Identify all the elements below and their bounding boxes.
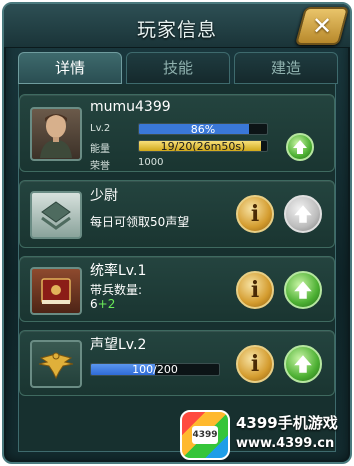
troop-count-bonus: +2 bbox=[97, 297, 116, 311]
energy-bar: 19/20(26m50s) bbox=[138, 140, 268, 152]
info-icon: i bbox=[250, 351, 260, 377]
leadership-title: 统率Lv.1 bbox=[90, 263, 147, 279]
site-logo: 4399 bbox=[180, 410, 230, 460]
leadership-upgrade-button[interactable] bbox=[284, 271, 322, 309]
troop-count-label: 带兵数量: bbox=[90, 283, 143, 297]
leadership-info-button[interactable]: i bbox=[236, 271, 274, 309]
site-logo-text: 4399 bbox=[192, 426, 218, 444]
tab-build[interactable]: 建造 bbox=[234, 52, 338, 84]
info-icon: i bbox=[250, 277, 260, 303]
prestige-upgrade-button[interactable] bbox=[284, 345, 322, 383]
rank-info-button[interactable]: i bbox=[236, 195, 274, 233]
level-label: Lv.2 bbox=[90, 123, 111, 134]
book-icon bbox=[41, 278, 71, 304]
rank-insignia-icon bbox=[41, 201, 71, 230]
site-name: 4399手机游戏 bbox=[236, 414, 338, 432]
honor-value: 1000 bbox=[138, 157, 164, 168]
title-bar: 玩家信息 ✕ bbox=[4, 4, 350, 48]
honor-label: 荣誉 bbox=[90, 161, 110, 172]
prestige-title: 声望Lv.2 bbox=[90, 337, 147, 353]
up-arrow-icon bbox=[294, 281, 312, 299]
player-info-window: 玩家信息 ✕ 详情 技能 建造 mumu4399 Lv.2 86% 能量 19/… bbox=[2, 2, 352, 464]
tab-skills[interactable]: 技能 bbox=[126, 52, 230, 84]
rank-title: 少尉 bbox=[90, 188, 118, 204]
level-progress-text: 86% bbox=[190, 123, 216, 135]
rank-description: 每日可领取50声望 bbox=[90, 215, 190, 229]
close-button[interactable]: ✕ bbox=[294, 7, 350, 45]
prestige-progress-text: 100/200 bbox=[132, 363, 178, 376]
up-arrow-icon bbox=[293, 140, 307, 154]
energy-label: 能量 bbox=[90, 144, 110, 155]
info-icon: i bbox=[250, 201, 260, 227]
leadership-panel: 统率Lv.1 带兵数量: 6+2 i bbox=[19, 256, 335, 322]
avatar-portrait-icon bbox=[40, 114, 72, 158]
details-content: mumu4399 Lv.2 86% 能量 19/20(26m50s) 荣誉 10… bbox=[18, 84, 336, 452]
tab-bar: 详情 技能 建造 bbox=[18, 52, 338, 84]
leadership-book bbox=[30, 267, 82, 315]
energy-upgrade-button[interactable] bbox=[286, 133, 314, 161]
energy-text: 19/20(26m50s) bbox=[160, 140, 246, 152]
troop-count-base: 6 bbox=[90, 297, 98, 311]
rank-panel: 少尉 每日可领取50声望 i bbox=[19, 180, 335, 248]
troop-count-value: 6+2 bbox=[90, 297, 115, 311]
up-arrow-icon bbox=[294, 205, 312, 223]
prestige-panel: 声望Lv.2 100/200 i bbox=[19, 330, 335, 396]
eagle-emblem-icon bbox=[38, 352, 74, 380]
close-icon: ✕ bbox=[311, 12, 333, 40]
up-arrow-icon bbox=[294, 355, 312, 373]
rank-badge bbox=[30, 191, 82, 239]
site-watermark: 4399 4399手机游戏 www.4399.cn bbox=[180, 410, 350, 462]
site-url: www.4399.cn bbox=[236, 436, 335, 451]
prestige-info-button[interactable]: i bbox=[236, 345, 274, 383]
prestige-emblem bbox=[30, 340, 82, 388]
tab-details[interactable]: 详情 bbox=[18, 52, 122, 84]
player-panel: mumu4399 Lv.2 86% 能量 19/20(26m50s) 荣誉 10… bbox=[19, 94, 335, 172]
prestige-progress-bar: 100/200 bbox=[90, 363, 220, 376]
player-name: mumu4399 bbox=[90, 99, 171, 115]
rank-upgrade-button-disabled[interactable] bbox=[284, 195, 322, 233]
level-progress-bar: 86% bbox=[138, 123, 268, 135]
avatar[interactable] bbox=[30, 107, 82, 161]
